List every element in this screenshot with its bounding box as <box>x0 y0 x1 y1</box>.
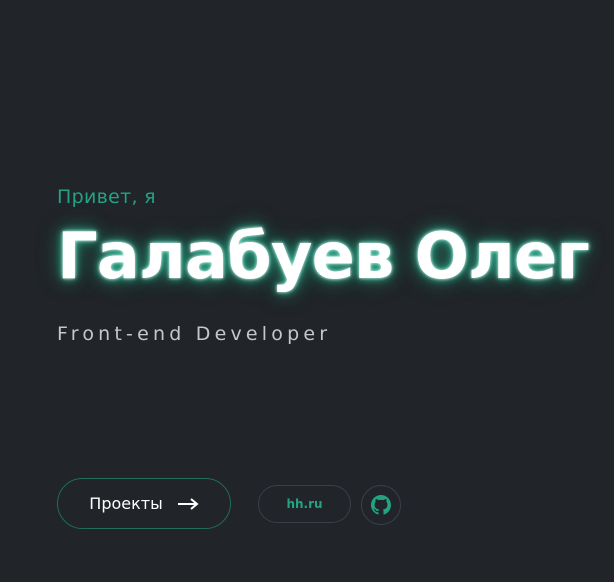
github-link-button[interactable] <box>361 485 401 525</box>
hero-name: Галабуев Олег <box>57 220 590 294</box>
hero-role: Front-end Developer <box>57 323 332 345</box>
hero-greeting: Привет, я <box>57 186 156 208</box>
projects-button-label: Проекты <box>89 494 163 513</box>
github-icon <box>371 495 391 515</box>
hero-section: Привет, я Галабуев Олег Front-end Develo… <box>57 0 614 582</box>
hh-link-button[interactable]: hh.ru <box>258 485 351 523</box>
arrow-right-icon <box>177 497 199 510</box>
projects-button[interactable]: Проекты <box>57 478 231 529</box>
